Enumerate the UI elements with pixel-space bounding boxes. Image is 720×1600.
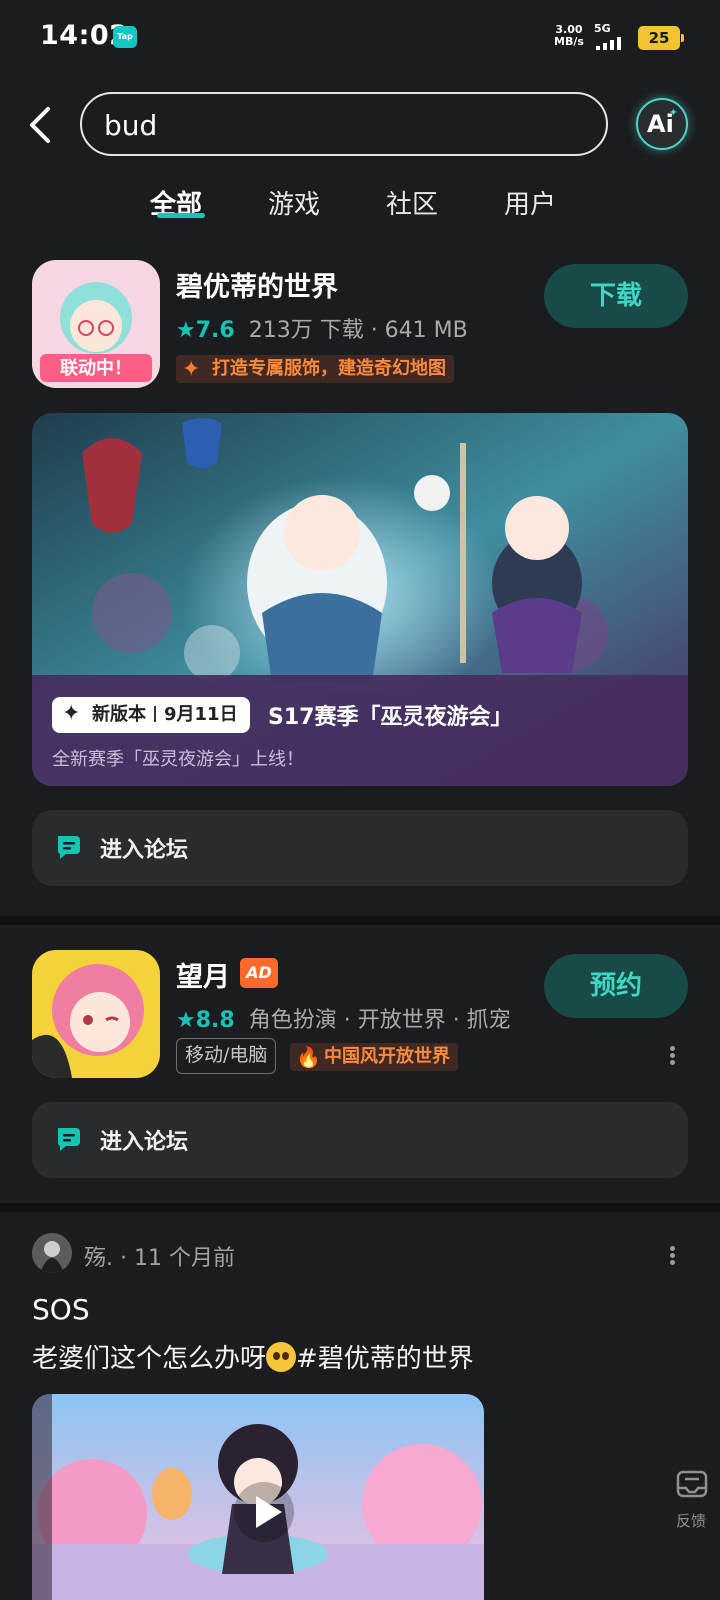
- reserve-button[interactable]: 预约: [544, 954, 688, 1018]
- signal-icon: [596, 37, 621, 50]
- banner-headline: S17赛季「巫灵夜游会」: [268, 705, 513, 730]
- network-speed: 3.00 MB/s: [554, 24, 584, 48]
- search-query-text: bud: [104, 109, 158, 142]
- section-divider: [0, 1203, 720, 1212]
- app-name[interactable]: 望月: [176, 955, 230, 994]
- sparkle-icon: ✦: [668, 106, 678, 119]
- tagline-text: 打造专属服饰，建造奇幻地图: [212, 358, 446, 379]
- app-name[interactable]: 碧优蒂的世界: [176, 265, 338, 304]
- search-results-screen: 14:02 Tap 3.00 MB/s 5G 25 bud Ai ✦ 全部 游戏…: [0, 0, 720, 1600]
- app-rating-line: ★7.6 213万 下载 · 641 MB: [176, 312, 468, 344]
- tab-games[interactable]: 游戏: [268, 184, 320, 221]
- chip-label: 新版本: [92, 704, 146, 725]
- flame-icon: 🔥: [296, 1045, 321, 1069]
- ad-badge: AD: [240, 958, 278, 988]
- rating-score: 7.6: [195, 318, 235, 343]
- pleading-face-emoji-icon: [266, 1342, 297, 1372]
- version-banner[interactable]: ✦ 新版本 9月11日 S17赛季「巫灵夜游会」 全新赛季「巫灵夜游会」上线！: [32, 413, 688, 786]
- banner-subtitle: 全新赛季「巫灵夜游会」上线！: [52, 749, 304, 770]
- section-divider: [0, 916, 720, 925]
- post-author-time[interactable]: 殇. · 11 个月前: [84, 1240, 235, 1272]
- icon-badge-text: 联动中！: [60, 357, 132, 379]
- ai-assistant-button[interactable]: Ai ✦: [636, 98, 688, 150]
- forum-label: 进入论坛: [100, 838, 189, 863]
- active-tab-indicator: [157, 213, 205, 218]
- platform-tag: 移动/电脑: [176, 1038, 277, 1074]
- forum-chat-icon: [57, 836, 80, 859]
- sparkle-icon: ✦: [62, 701, 81, 726]
- sparkle-icon: ✦: [182, 357, 201, 382]
- app-tagline: 🔥 中国风开放世界: [290, 1043, 458, 1071]
- tab-users[interactable]: 用户: [504, 184, 556, 221]
- avatar[interactable]: [32, 1233, 72, 1273]
- more-options-icon[interactable]: [667, 1244, 677, 1268]
- network-speed-unit: MB/s: [554, 35, 584, 48]
- tab-community[interactable]: 社区: [386, 184, 438, 221]
- new-version-chip: ✦ 新版本 9月11日: [52, 697, 250, 733]
- forum-entry-button[interactable]: 进入论坛: [32, 1102, 688, 1178]
- feedback-icon: [676, 1470, 708, 1498]
- search-input[interactable]: bud: [80, 92, 608, 156]
- rating-score: 8.8: [195, 1008, 235, 1033]
- app-meta: 213万 下载 · 641 MB: [248, 318, 468, 343]
- banner-caption: ✦ 新版本 9月11日 S17赛季「巫灵夜游会」 全新赛季「巫灵夜游会」上线！: [32, 675, 688, 786]
- more-options-icon[interactable]: [667, 1044, 677, 1068]
- app-rating-line: ★8.8 角色扮演 · 开放世界 · 抓宠: [176, 1002, 511, 1034]
- status-bar: 14:02 Tap 3.00 MB/s 5G 25: [0, 0, 720, 76]
- result-tabs: 全部 游戏 社区 用户: [0, 178, 720, 228]
- play-icon[interactable]: [232, 1480, 296, 1544]
- network-type: 5G: [594, 22, 611, 35]
- post-body-text: 老婆们这个怎么办呀: [32, 1344, 267, 1374]
- battery-icon: 25: [638, 26, 684, 50]
- feedback-button[interactable]: 反馈: [668, 1468, 716, 1530]
- tagline-text: 中国风开放世界: [324, 1046, 450, 1067]
- app-tagline: ✦ 打造专属服饰，建造奇幻地图: [176, 355, 454, 383]
- post-hashtag[interactable]: #碧优蒂的世界: [296, 1344, 474, 1374]
- feedback-label: 反馈: [676, 1512, 707, 1530]
- back-arrow-icon[interactable]: [24, 103, 60, 147]
- forum-label: 进入论坛: [100, 1130, 189, 1155]
- chip-divider: [154, 706, 156, 722]
- post-body[interactable]: 老婆们这个怎么办呀 #碧优蒂的世界: [32, 1338, 474, 1375]
- app-icon-wangyue[interactable]: [32, 950, 160, 1078]
- star-icon: ★: [176, 318, 196, 343]
- app-meta: 角色扮演 · 开放世界 · 抓宠: [248, 1008, 511, 1033]
- app-icon-biyoudi[interactable]: 联动中！: [32, 260, 160, 388]
- chip-date: 9月11日: [164, 704, 238, 725]
- star-icon: ★: [176, 1008, 196, 1033]
- download-button[interactable]: 下载: [544, 264, 688, 328]
- forum-entry-button[interactable]: 进入论坛: [32, 810, 688, 886]
- post-title[interactable]: SOS: [32, 1293, 90, 1326]
- forum-chat-icon: [57, 1128, 80, 1151]
- taptap-notification-icon: Tap: [113, 26, 137, 48]
